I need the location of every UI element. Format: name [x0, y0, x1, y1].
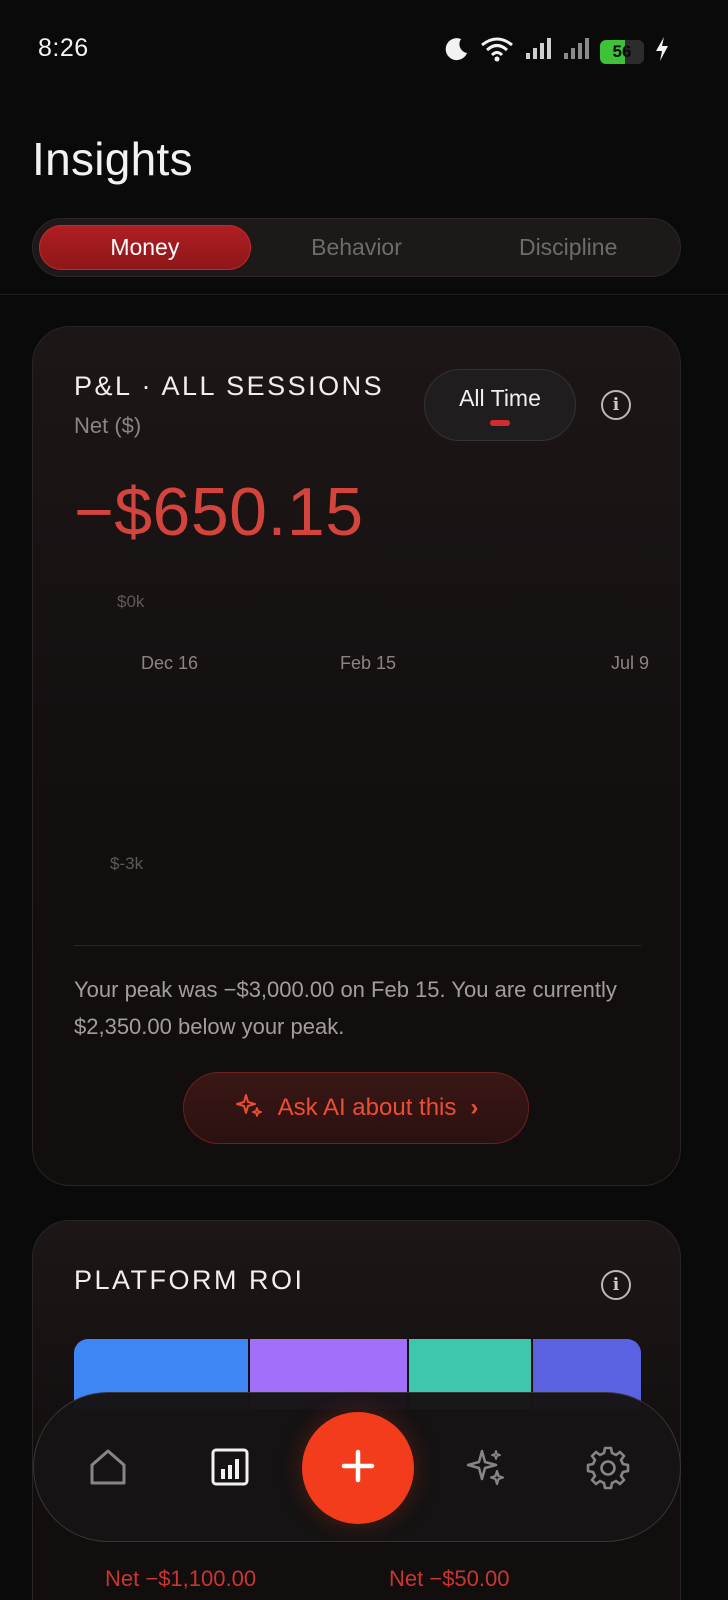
pnl-chart: $0k $-3k Dec 16 Feb 15 Jul 9	[110, 592, 649, 873]
status-bar: 8:26 56	[0, 0, 728, 96]
pnl-card-title: P&L · ALL SESSIONS	[74, 371, 385, 401]
x-tick-label-mid: Feb 15	[340, 653, 396, 673]
ask-ai-button[interactable]: Ask AI about this ›	[183, 1072, 529, 1144]
bottom-nav	[33, 1392, 681, 1542]
status-time: 8:26	[38, 34, 89, 62]
time-range-indicator	[490, 419, 510, 426]
time-range-button[interactable]: All Time	[424, 369, 576, 441]
status-icons: 56	[444, 36, 670, 67]
signal-icon	[562, 37, 590, 66]
wifi-icon	[480, 36, 514, 67]
roi-net-label: Net −$1,100.00	[105, 1566, 257, 1591]
y-tick-label-bottom: $-3k	[110, 854, 144, 873]
battery-icon: 56	[600, 39, 644, 64]
info-icon[interactable]: i	[601, 390, 631, 420]
ask-ai-label: Ask AI about this	[277, 1094, 457, 1121]
roi-card-title: PLATFORM ROI	[74, 1265, 305, 1295]
sparkle-icon	[234, 1091, 264, 1126]
charging-bolt-icon	[654, 36, 670, 67]
stats-icon[interactable]	[206, 1443, 254, 1491]
gear-icon[interactable]	[584, 1443, 632, 1491]
roi-net-label: Net −$50.00	[389, 1566, 510, 1591]
tab-money[interactable]: Money	[39, 225, 251, 270]
x-tick-label-end: Jul 9	[611, 653, 649, 673]
sparkle-icon[interactable]	[462, 1443, 510, 1491]
x-tick-label-start: Dec 16	[141, 653, 198, 673]
segmented-tabs: Money Behavior Discipline	[32, 218, 681, 277]
header-divider	[0, 294, 728, 295]
battery-level: 56	[612, 41, 632, 61]
info-icon[interactable]: i	[601, 1270, 631, 1300]
insights-screen: 8:26 56 Insights Money Behavior Discipli…	[0, 0, 728, 1600]
signal-icon	[524, 37, 552, 66]
moon-icon	[444, 36, 470, 67]
tab-discipline[interactable]: Discipline	[462, 225, 674, 270]
pnl-card: P&L · ALL SESSIONS Net ($) All Time i −$…	[32, 326, 681, 1186]
home-icon[interactable]	[84, 1443, 132, 1491]
net-pnl-value: −$650.15	[74, 474, 364, 550]
tab-behavior[interactable]: Behavior	[251, 225, 463, 270]
pnl-summary-text: Your peak was −$3,000.00 on Feb 15. You …	[74, 977, 617, 1039]
pnl-card-subtitle: Net ($)	[74, 413, 142, 438]
page-title: Insights	[32, 133, 193, 185]
chevron-right-icon: ›	[470, 1094, 479, 1121]
add-button[interactable]	[302, 1412, 414, 1524]
pnl-card-divider	[74, 945, 641, 946]
add-icon	[340, 1448, 376, 1489]
time-range-label: All Time	[459, 384, 541, 411]
y-tick-label-top: $0k	[117, 592, 145, 611]
